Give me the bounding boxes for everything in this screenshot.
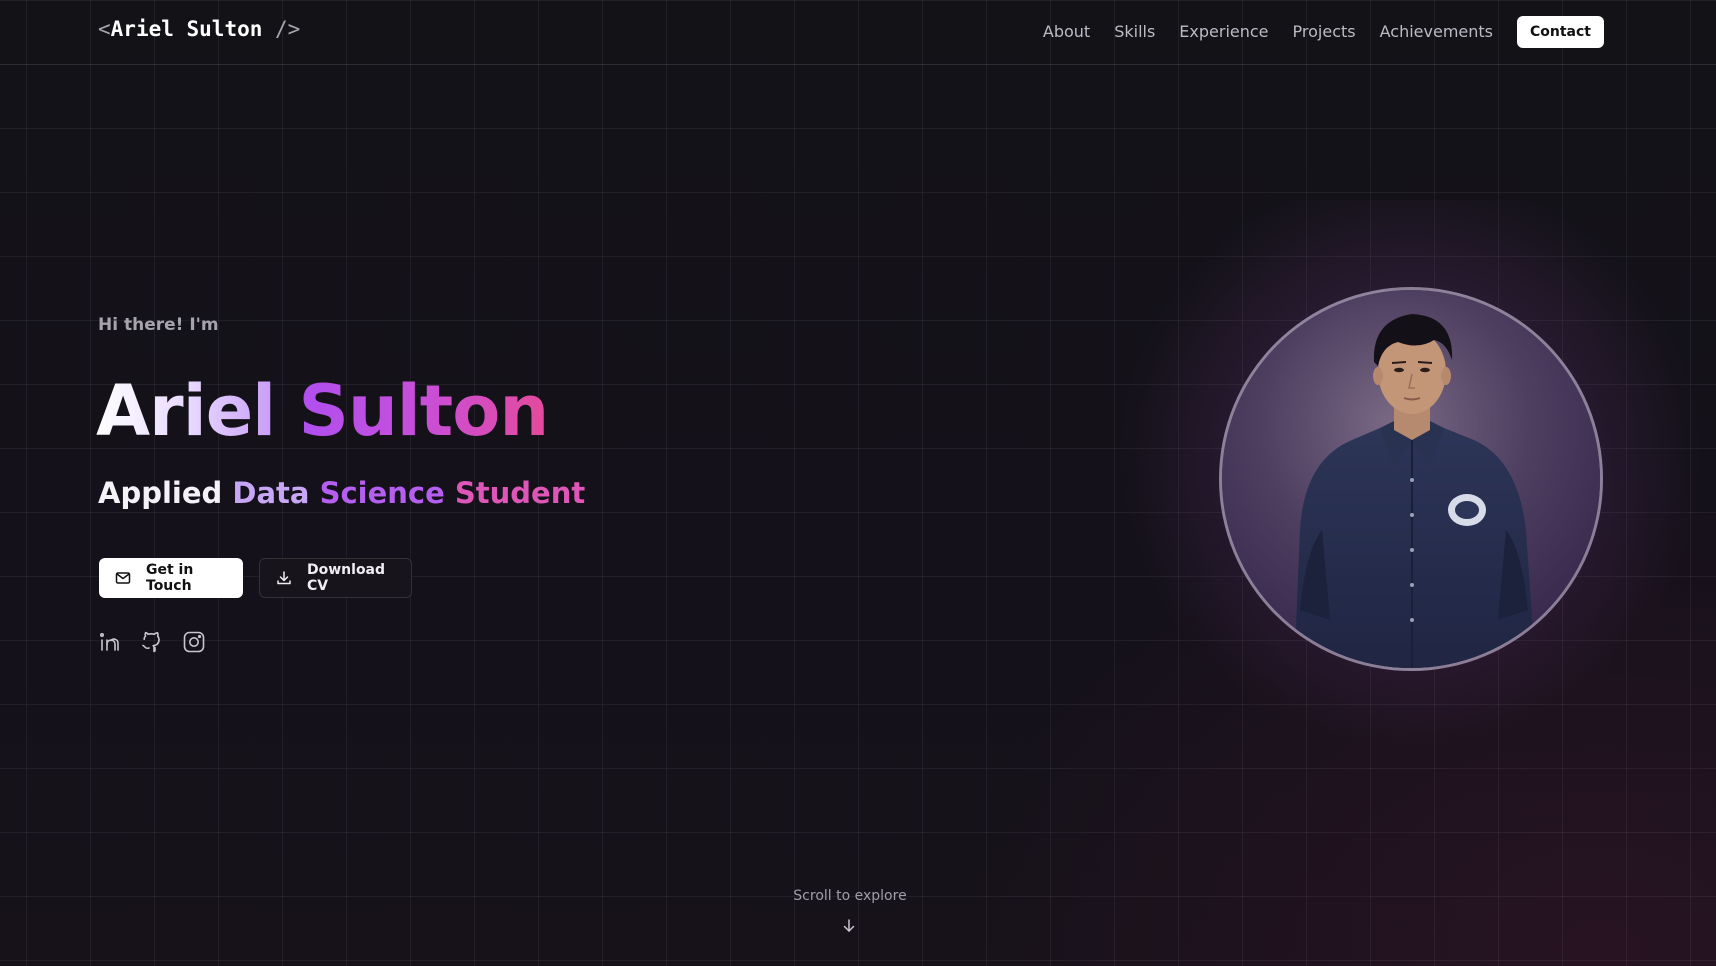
social-links xyxy=(98,630,206,654)
hero-role: Applied Data Science Student xyxy=(98,476,585,510)
linkedin-icon[interactable] xyxy=(98,630,122,654)
role-word-4: Student xyxy=(454,476,586,510)
nav-link-about[interactable]: About xyxy=(1043,16,1090,48)
arrow-down-icon[interactable] xyxy=(841,918,857,934)
hero-greeting: Hi there! I'm xyxy=(98,315,219,335)
role-word-1: Applied xyxy=(98,476,223,510)
instagram-icon[interactable] xyxy=(182,630,206,654)
hero-first-name: Ariel xyxy=(96,370,276,452)
contact-button[interactable]: Contact xyxy=(1517,16,1604,48)
top-navbar: <Ariel Sulton /> About Skills Experience… xyxy=(0,0,1716,65)
hero-name: Ariel Sulton xyxy=(96,366,550,456)
scroll-hint-label: Scroll to explore xyxy=(793,888,907,904)
hero-actions: Get in Touch Download CV xyxy=(99,558,412,598)
role-word-3: Science xyxy=(319,476,445,510)
logo-open-bracket: < xyxy=(98,17,111,41)
nav-link-skills[interactable]: Skills xyxy=(1114,16,1155,48)
nav-link-projects[interactable]: Projects xyxy=(1293,16,1356,48)
nav-link-achievements[interactable]: Achievements xyxy=(1380,16,1493,48)
download-cv-button[interactable]: Download CV xyxy=(259,558,412,598)
logo-close-bracket: /> xyxy=(262,17,301,41)
profile-photo xyxy=(1219,287,1603,671)
nav-link-experience[interactable]: Experience xyxy=(1179,16,1268,48)
download-cv-label: Download CV xyxy=(307,562,386,594)
nav-menu: About Skills Experience Projects Achieve… xyxy=(1043,16,1604,48)
site-logo[interactable]: <Ariel Sulton /> xyxy=(98,17,300,41)
page: <Ariel Sulton /> About Skills Experience… xyxy=(0,0,1716,966)
profile-photo-figure xyxy=(1222,290,1600,668)
download-icon xyxy=(276,570,292,586)
github-icon[interactable] xyxy=(140,630,164,654)
role-word-2: Data xyxy=(232,476,310,510)
logo-name: Ariel Sulton xyxy=(110,17,263,41)
get-in-touch-label: Get in Touch xyxy=(146,562,194,594)
mail-icon xyxy=(115,570,131,586)
get-in-touch-button[interactable]: Get in Touch xyxy=(99,558,243,598)
hero-last-name: Sulton xyxy=(298,370,550,452)
